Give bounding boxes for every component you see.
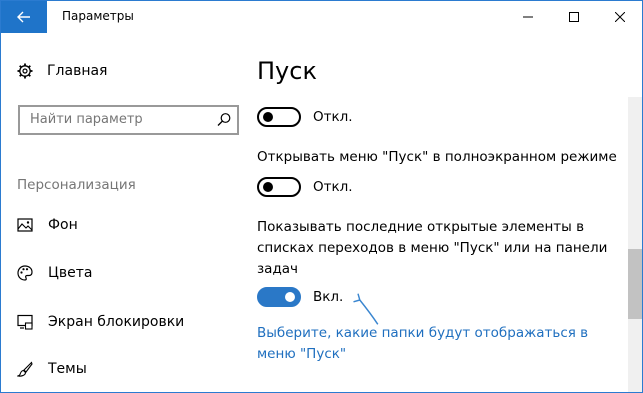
sidebar-item-home-label: Главная xyxy=(47,63,108,79)
toggle-knob xyxy=(285,292,295,302)
toggle-state-label: Откл. xyxy=(313,109,353,125)
setting-description-fullscreen: Открывать меню "Пуск" в полноэкранном ре… xyxy=(257,149,617,165)
brush-icon xyxy=(17,361,33,377)
minimize-button[interactable] xyxy=(505,1,551,33)
scrollbar[interactable] xyxy=(628,97,642,392)
search-input[interactable] xyxy=(30,112,210,127)
maximize-button[interactable] xyxy=(551,1,597,33)
sidebar-item-lock-screen[interactable]: Экран блокировки xyxy=(17,314,184,330)
search-icon[interactable] xyxy=(215,111,233,129)
toggle-state-label: Вкл. xyxy=(313,289,344,305)
window-title: Параметры xyxy=(62,9,134,23)
sidebar: Главная Персонализация Фон xyxy=(1,33,249,392)
gear-icon xyxy=(17,63,33,79)
search-box[interactable] xyxy=(18,105,239,135)
palette-icon xyxy=(17,265,33,281)
toggle-switch-fullscreen[interactable] xyxy=(257,177,301,197)
sidebar-item-label: Цвета xyxy=(48,265,93,281)
toggle-state-label: Откл. xyxy=(313,179,353,195)
sidebar-item-home[interactable]: Главная xyxy=(17,63,107,79)
annotation-arrow-icon xyxy=(353,293,379,325)
title-bar: Параметры xyxy=(1,1,642,33)
picture-icon xyxy=(17,218,33,232)
toggle-switch-recent-items[interactable] xyxy=(257,287,301,307)
sidebar-item-label: Фон xyxy=(48,217,78,233)
lock-screen-icon xyxy=(17,314,33,330)
close-icon xyxy=(615,12,625,22)
minimize-icon xyxy=(523,16,533,18)
choose-folders-link[interactable]: Выберите, какие папки будут отображаться… xyxy=(257,323,629,365)
main-content: Пуск Откл. Открывать меню "Пуск" в полно… xyxy=(249,33,629,392)
settings-window: Параметры Главная Найти параметр Персона… xyxy=(0,0,643,393)
back-arrow-icon xyxy=(17,11,30,23)
toggle-knob xyxy=(263,182,273,192)
toggle-switch-setting-1[interactable] xyxy=(257,107,301,127)
sidebar-item-label: Темы xyxy=(48,361,87,377)
sidebar-item-colors[interactable]: Цвета xyxy=(17,265,92,281)
back-button[interactable] xyxy=(1,1,47,33)
page-title: Пуск xyxy=(257,57,317,85)
section-label-personalization: Персонализация xyxy=(17,177,136,193)
close-button[interactable] xyxy=(597,1,642,33)
setting-description-recent-items: Показывать последние открытые элементы в… xyxy=(257,219,608,277)
toggle-knob xyxy=(263,112,273,122)
scrollbar-thumb[interactable] xyxy=(628,249,642,319)
sidebar-item-background[interactable]: Фон xyxy=(17,217,78,233)
sidebar-item-label: Экран блокировки xyxy=(48,314,185,330)
sidebar-item-themes[interactable]: Темы xyxy=(17,361,87,377)
maximize-icon xyxy=(569,12,579,22)
